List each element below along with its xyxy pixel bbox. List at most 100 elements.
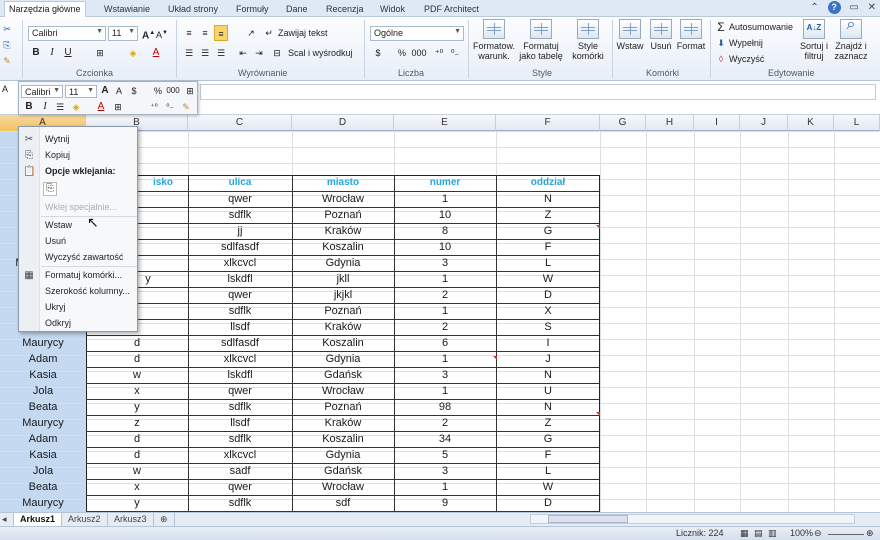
table-cell[interactable]: 1 (394, 351, 496, 367)
close-icon[interactable]: ✕ (868, 2, 876, 13)
font-color-icon[interactable]: A (150, 45, 162, 61)
table-cell[interactable]: jkll (292, 271, 394, 287)
table-cell[interactable]: Z (496, 207, 600, 223)
align-bottom-icon[interactable]: ≡ (214, 25, 228, 41)
zoom-level[interactable]: 100% (790, 528, 813, 538)
autosum-button[interactable]: Autosumowanie (729, 19, 793, 35)
cut-icon[interactable]: ✂ (1, 21, 13, 37)
header-cell-e[interactable]: numer (394, 175, 496, 191)
tab-review[interactable]: Recenzja (322, 2, 368, 17)
table-cell[interactable]: Koszalin (292, 239, 394, 255)
delete-cells-button[interactable]: Usuń (646, 19, 676, 51)
paste-option-icon[interactable]: ⎘ (43, 182, 57, 196)
mini-shrink-font-icon[interactable]: A (113, 84, 125, 98)
column-header-h[interactable]: H (646, 115, 694, 131)
menu-item-format-cells[interactable]: Formatuj komórki... (45, 268, 122, 283)
cell-styles-button[interactable]: Style komórki (566, 19, 610, 61)
table-cell[interactable]: 1 (394, 383, 496, 399)
table-cell[interactable]: llsdf (188, 319, 292, 335)
tab-insert[interactable]: Wstawianie (100, 2, 154, 17)
table-cell[interactable]: 2 (394, 319, 496, 335)
table-cell[interactable]: N (496, 191, 600, 207)
table-cell[interactable]: N (496, 367, 600, 383)
mini-font-select[interactable]: Calibri ▼ (21, 85, 63, 98)
table-cell[interactable]: qwer (188, 191, 292, 207)
table-cell[interactable]: S (496, 319, 600, 335)
table-cell[interactable]: 2 (394, 287, 496, 303)
mini-bold-button[interactable]: B (23, 100, 35, 114)
column-header-d[interactable]: D (292, 115, 394, 131)
table-cell[interactable]: Gdańsk (292, 367, 394, 383)
table-cell[interactable]: Wrocław (292, 191, 394, 207)
column-header-c[interactable]: C (188, 115, 292, 131)
new-sheet-icon[interactable]: ⊕ (154, 513, 175, 526)
column-header-j[interactable]: J (740, 115, 788, 131)
table-cell[interactable]: llsdf (188, 415, 292, 431)
find-select-button[interactable]: Znajdź i zaznacz (832, 19, 870, 61)
italic-button[interactable]: I (46, 45, 58, 61)
table-cell[interactable]: sadf (188, 463, 292, 479)
align-right-icon[interactable]: ☰ (214, 45, 228, 61)
column-header-i[interactable]: I (694, 115, 740, 131)
formula-input[interactable] (200, 84, 876, 100)
zoom-slider[interactable] (828, 534, 864, 535)
name-cell[interactable]: Beata (0, 399, 86, 415)
table-cell[interactable]: 8 (394, 223, 496, 239)
name-cell[interactable]: Jola (0, 383, 86, 399)
table-cell[interactable]: Gdynia (292, 351, 394, 367)
autosum-icon[interactable]: Σ (716, 19, 726, 35)
menu-item-delete[interactable]: Usuń (45, 234, 66, 249)
table-cell[interactable]: sdflk (188, 431, 292, 447)
table-cell[interactable]: Koszalin (292, 335, 394, 351)
table-cell[interactable]: lskdfl (188, 367, 292, 383)
mini-decimal-icon[interactable]: ⁺⁰ (147, 100, 161, 114)
table-cell[interactable]: 3 (394, 463, 496, 479)
table-cell[interactable]: 98 (394, 399, 496, 415)
mini-font-color-icon[interactable]: A (95, 100, 107, 114)
grow-font-icon[interactable]: A▲ (142, 25, 155, 41)
table-cell[interactable]: sdlfasdf (188, 335, 292, 351)
minimize-icon[interactable]: ▭ (849, 2, 858, 13)
table-cell[interactable]: 1 (394, 479, 496, 495)
column-header-g[interactable]: G (600, 115, 646, 131)
table-cell[interactable]: w (86, 463, 188, 479)
mini-size-select[interactable]: 11 ▼ (65, 85, 97, 98)
table-cell[interactable]: sdlfasdf (188, 239, 292, 255)
increase-decimal-icon[interactable]: ⁺⁰ (432, 45, 446, 61)
percent-icon[interactable]: % (396, 45, 408, 61)
wrap-text-button[interactable]: Zawijaj tekst (278, 25, 328, 41)
align-left-icon[interactable]: ☰ (182, 45, 196, 61)
format-painter-icon[interactable]: ✎ (1, 53, 13, 69)
name-cell[interactable]: Maurycy (0, 335, 86, 351)
bold-button[interactable]: B (30, 45, 42, 61)
table-cell[interactable]: xlkcvcl (188, 255, 292, 271)
clear-icon[interactable]: ◊ (716, 51, 726, 67)
table-cell[interactable]: sdflk (188, 399, 292, 415)
insert-cells-button[interactable]: Wstaw (614, 19, 646, 51)
menu-item-hide[interactable]: Ukryj (45, 300, 66, 315)
table-cell[interactable]: 3 (394, 255, 496, 271)
table-cell[interactable]: Gdynia (292, 255, 394, 271)
table-cell[interactable]: X (496, 303, 600, 319)
header-cell-b[interactable]: isko (138, 175, 188, 191)
mini-format-painter-icon[interactable]: ✎ (179, 100, 193, 114)
table-cell[interactable]: 6 (394, 335, 496, 351)
minimize-ribbon-icon[interactable]: ⌃ (810, 2, 818, 13)
copy-icon[interactable]: ⎘ (1, 37, 13, 53)
comment-indicator-icon[interactable] (596, 225, 600, 229)
table-cell[interactable]: Poznań (292, 399, 394, 415)
tab-view[interactable]: Widok (376, 2, 409, 17)
view-normal-icon[interactable]: ▦ (740, 528, 749, 539)
zoom-out-icon[interactable]: ⊖ (814, 528, 822, 539)
mini-thousands-icon[interactable]: 000 (165, 84, 181, 98)
menu-item-copy[interactable]: Kopiuj (45, 148, 70, 163)
table-cell[interactable]: Gdynia (292, 447, 394, 463)
font-size-select[interactable]: 11 ▼ (108, 26, 138, 41)
mini-percent-icon[interactable]: % (153, 84, 163, 98)
table-cell[interactable]: Poznań (292, 303, 394, 319)
mini-align-icon[interactable]: ☰ (53, 100, 67, 114)
table-cell[interactable]: sdflk (188, 303, 292, 319)
table-cell[interactable]: d (86, 351, 188, 367)
table-cell[interactable]: xlkcvcl (188, 351, 292, 367)
header-cell-c[interactable]: ulica (188, 175, 292, 191)
